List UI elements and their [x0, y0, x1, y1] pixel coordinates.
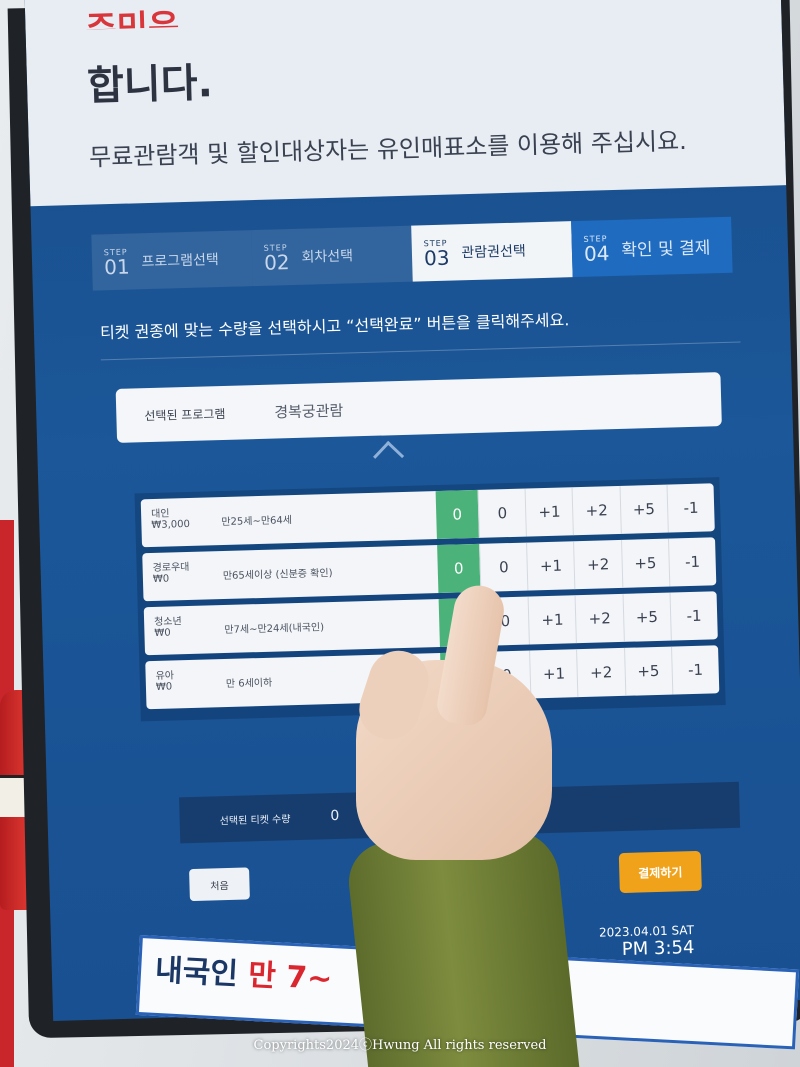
selected-program: 선택된 프로그램 경복궁관람 [115, 372, 722, 443]
pay-button[interactable]: 결제하기 [618, 850, 702, 894]
plus-1-button[interactable]: +1 [529, 649, 578, 699]
minus-1-button[interactable]: -1 [669, 591, 718, 641]
step-3-current: STEP 03 관람권선택 [411, 221, 573, 282]
reset-button[interactable]: 0 [477, 488, 527, 538]
summary-label: 선택된 티켓 수량 [219, 813, 291, 827]
plus-2-button[interactable]: +2 [573, 539, 622, 590]
notice-panel: 주민은 ... 합니다. 무료관람객 및 할인대상자는 유인매표소를 이용해 주… [24, 0, 787, 207]
ticket-count: 0 [435, 489, 479, 540]
step-2-label: 회차선택 [301, 248, 354, 266]
program-label: 선택된 프로그램 [144, 406, 226, 423]
sticker-text: 내국인 [154, 952, 250, 993]
plus-2-button[interactable]: +2 [571, 485, 621, 536]
step-2: STEP 02 회차선택 [251, 225, 413, 287]
plus-2-button[interactable]: +2 [576, 647, 625, 698]
scroll-up-icon[interactable] [373, 440, 405, 472]
plus-5-button[interactable]: +5 [623, 646, 673, 696]
notice-subtext: 무료관람객 및 할인대상자는 유인매표소를 이용해 주십시요. [88, 126, 688, 172]
plus-5-button[interactable]: +5 [622, 592, 671, 642]
ticket-age: 만25세~만64세 [221, 515, 293, 529]
plus-5-button[interactable]: +5 [619, 484, 668, 534]
minus-1-button[interactable]: -1 [667, 537, 717, 587]
plus-1-button[interactable]: +1 [527, 595, 577, 645]
minus-1-button[interactable]: -1 [666, 483, 715, 533]
plus-1-button[interactable]: +1 [524, 487, 574, 537]
program-value: 경복궁관람 [274, 401, 344, 422]
step-1-label: 프로그램선택 [141, 252, 220, 271]
plus-1-button[interactable]: +1 [526, 541, 575, 591]
step-3-label: 관람권선택 [461, 243, 527, 262]
clock-time: PM 3:54 [621, 937, 695, 961]
summary-value: 0 [330, 807, 340, 825]
step-1: STEP 01 프로그램선택 [91, 230, 253, 291]
plus-2-button[interactable]: +2 [574, 593, 624, 644]
ticket-age: 만65세이상 (신분증 확인) [222, 567, 333, 583]
ticket-row-adult: 대인 ₩3,000 만25세~만64세 0 0 +1 +2 +5 -1 [140, 483, 715, 548]
ticket-row-senior: 경로우대 ₩0 만65세이상 (신분증 확인) 0 0 +1 +2 +5 -1 [142, 537, 717, 602]
first-button[interactable]: 처음 [189, 867, 250, 902]
clock: 2023.04.01 SAT PM 3:54 [599, 923, 695, 961]
minus-1-button[interactable]: -1 [670, 645, 720, 695]
reset-button[interactable]: 0 [479, 542, 528, 592]
instruction-text: 티켓 권종에 맞는 수량을 선택하시고 “선택완료” 버튼을 클릭해주세요. [99, 301, 741, 361]
watermark: Copyrights2024ⓒHwung All rights reserved [253, 1038, 547, 1053]
step-4: STEP 04 확인 및 결제 [571, 216, 733, 278]
sweater-sleeve [344, 824, 582, 1067]
sticker-red-text: 만 7~ [247, 957, 334, 998]
ticket-row-youth: 청소년₩0 만7세~만24세(내국인) 0 0 +1 +2 +5 -1 [143, 591, 718, 656]
step-progress: STEP 01 프로그램선택 STEP 02 회차선택 STEP 03 관람권선택 S… [91, 216, 733, 291]
step-4-label: 확인 및 결제 [621, 237, 711, 261]
notice-top-line: 주민은 ... [85, 5, 231, 30]
plus-5-button[interactable]: +5 [620, 538, 670, 588]
notice-heading: 합니다. [86, 60, 214, 110]
ticket-age: 만7세~만24세(내국인) [224, 622, 325, 637]
